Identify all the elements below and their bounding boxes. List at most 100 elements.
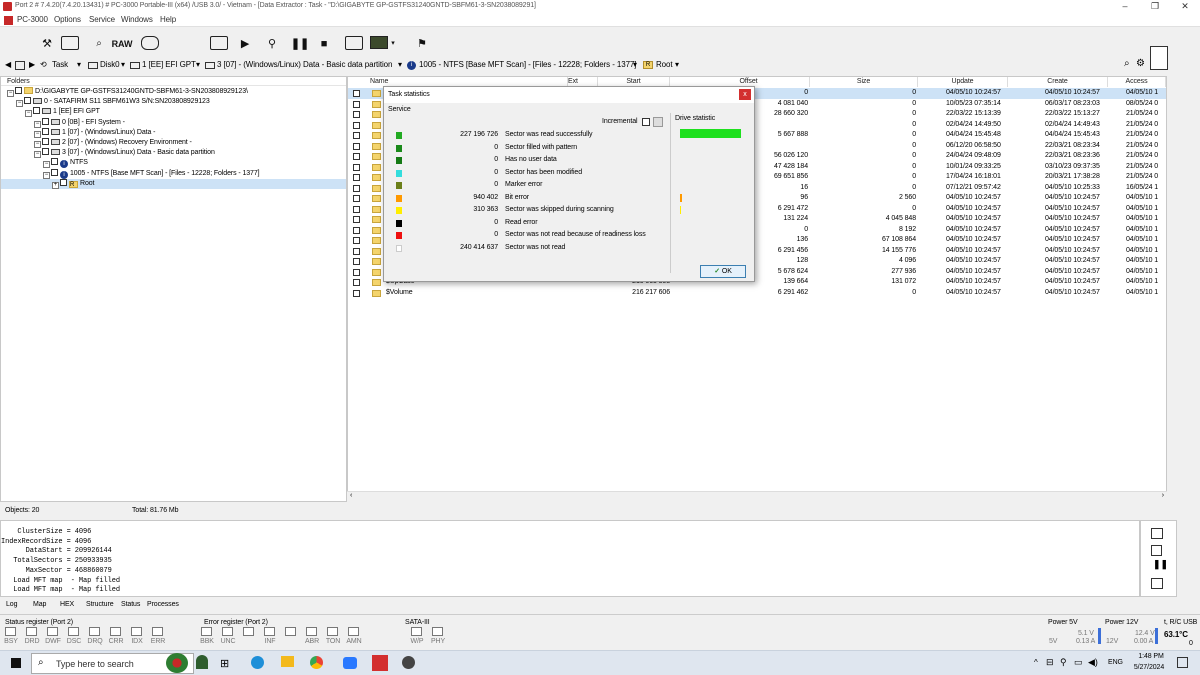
copy-icon[interactable] (345, 36, 363, 50)
file-explorer-icon[interactable] (281, 656, 294, 667)
expand-toggle-icon[interactable]: − (43, 161, 50, 169)
chevron-down-icon[interactable]: ▾ (675, 58, 679, 72)
tab-hex[interactable]: HEX (60, 598, 74, 612)
edge-icon[interactable] (251, 656, 264, 669)
expand-toggle-icon[interactable]: − (7, 90, 14, 97)
chevron-down-icon[interactable]: ▾ (77, 58, 81, 72)
table-row[interactable]: $Volume 216 217 606 6 291 462 0 04/05/10 10:… (348, 288, 1166, 299)
row-checkbox[interactable] (353, 142, 360, 150)
breadcrumb-ntfs[interactable]: 1005 - NTFS [Base MFT Scan] - [Files - 1… (419, 58, 637, 72)
row-checkbox[interactable] (353, 184, 360, 192)
column-header-access[interactable]: Access (1108, 77, 1166, 87)
tree-node[interactable]: − i NTFS (1, 158, 346, 169)
tab-log[interactable]: Log (6, 598, 17, 612)
walker-icon[interactable]: ⚑ (411, 34, 433, 54)
tray-network-icon[interactable]: ⊟ (1046, 657, 1054, 668)
task-view-icon[interactable]: ⊞ (220, 657, 229, 670)
row-checkbox[interactable] (353, 174, 360, 181)
save-icon[interactable] (1151, 545, 1162, 556)
tree-node[interactable]: − i 1005 - NTFS [Base MFT Scan] - [Files -… (1, 168, 346, 179)
row-checkbox[interactable] (353, 195, 360, 202)
play-icon[interactable]: ▶ (234, 34, 256, 54)
forward-icon[interactable]: ▶ (29, 58, 35, 72)
expand-toggle-icon[interactable]: − (34, 141, 41, 148)
tray-usb-icon[interactable]: ⚲ (1060, 657, 1067, 668)
tree-node[interactable]: − 0 [0B] - EFI System - (1, 117, 346, 128)
log-settings-icon[interactable] (1151, 578, 1163, 589)
expand-toggle-icon[interactable]: − (25, 110, 32, 118)
tree-checkbox[interactable] (51, 168, 58, 176)
settings-icon[interactable]: ⚙ (1136, 58, 1145, 69)
pause-icon[interactable]: ❚❚ (289, 34, 311, 54)
row-checkbox[interactable] (353, 205, 360, 213)
row-checkbox[interactable] (353, 132, 360, 139)
incremental-checkbox[interactable] (642, 118, 650, 126)
row-checkbox[interactable] (353, 100, 360, 108)
home-icon[interactable] (15, 61, 25, 70)
zalo-icon[interactable] (343, 657, 357, 669)
row-checkbox[interactable] (353, 216, 360, 223)
clock-date[interactable]: 5/27/2024 (1129, 664, 1169, 671)
flower-icon[interactable] (166, 653, 188, 673)
tree-checkbox[interactable] (60, 178, 67, 186)
tree-checkbox[interactable] (15, 87, 22, 94)
tree-checkbox[interactable] (42, 148, 49, 156)
scroll-left-icon[interactable]: ‹ (350, 492, 352, 499)
tree-node[interactable]: − 2 [07] - (Windows) Recovery Environment… (1, 138, 346, 148)
dialog-service-menu[interactable]: Service (388, 106, 411, 113)
tree-node[interactable]: − 1 [07] - (Windows/Linux) Data - (1, 127, 346, 138)
tab-processes[interactable]: Processes (147, 598, 179, 612)
log-copy-icon[interactable] (1151, 528, 1163, 539)
breadcrumb-partition[interactable]: 3 [07] - (Windows/Linux) Data - Basic da… (217, 58, 392, 72)
tree-checkbox[interactable] (51, 158, 58, 166)
menu-options[interactable]: Options (54, 13, 81, 27)
chevron-down-icon[interactable]: ▾ (398, 58, 402, 72)
raw-button[interactable]: RAW (110, 34, 134, 54)
soldier-icon[interactable] (196, 655, 208, 669)
row-checkbox[interactable] (353, 268, 360, 276)
notification-icon[interactable] (1177, 657, 1188, 668)
close-window-button[interactable]: ✕ (1170, 0, 1200, 13)
tree-checkbox[interactable] (42, 138, 49, 145)
dialog-close-button[interactable]: x (739, 89, 751, 100)
column-header-update[interactable]: Update (918, 77, 1008, 87)
expand-toggle-icon[interactable]: − (34, 120, 41, 128)
tab-structure[interactable]: Structure (86, 598, 114, 612)
volume-icon[interactable]: ◀) (1088, 657, 1098, 668)
tree-node[interactable]: − D:\GIGABYTE GP-GSTFS31240GNTD-SBFM61-3-… (1, 87, 346, 97)
bicycle-icon[interactable]: ⚲ (259, 34, 285, 54)
breadcrumb-root[interactable]: Root (656, 58, 673, 72)
expand-toggle-icon[interactable]: − (34, 151, 41, 159)
tools-icon[interactable]: ⚒ (36, 34, 58, 54)
map-icon[interactable] (370, 36, 388, 49)
chevron-down-icon[interactable]: ▾ (121, 58, 125, 72)
refresh-icon[interactable] (141, 36, 159, 50)
params-icon[interactable] (61, 36, 79, 50)
tab-map[interactable]: Map (33, 598, 46, 612)
expand-toggle-icon[interactable]: − (43, 171, 50, 179)
pc3000-taskbar-icon[interactable] (372, 655, 388, 671)
column-header-size[interactable]: Size (810, 77, 918, 87)
row-checkbox[interactable] (353, 247, 360, 255)
tree-checkbox[interactable] (42, 127, 49, 135)
expand-toggle-icon[interactable]: − (34, 130, 41, 138)
ok-button[interactable]: ✓ OK (700, 265, 746, 278)
tray-monitor-icon[interactable]: ▭ (1074, 657, 1083, 668)
row-checkbox[interactable] (353, 258, 360, 265)
chevron-down-icon[interactable]: ▾ (633, 58, 637, 72)
chevron-down-icon[interactable]: ▾ (388, 34, 398, 54)
stop-icon[interactable]: ■ (313, 34, 335, 54)
row-checkbox[interactable] (353, 226, 360, 234)
row-checkbox[interactable] (353, 279, 360, 286)
back-icon[interactable]: ◀ (5, 58, 11, 72)
tree-node[interactable]: − 0 - SATAFIRM S11 SBFM61W3 S/N:SN2038089… (1, 97, 346, 108)
restore-button[interactable]: ❐ (1140, 0, 1170, 13)
language-indicator[interactable]: ENG (1108, 659, 1123, 666)
scroll-right-icon[interactable]: › (1162, 492, 1164, 499)
menu-windows[interactable]: Windows (121, 13, 153, 27)
tree-checkbox[interactable] (33, 107, 40, 115)
chevron-down-icon[interactable]: ▾ (196, 58, 200, 72)
minimize-button[interactable]: – (1110, 0, 1140, 13)
tree-node[interactable]: + R Root (1, 178, 346, 189)
app-icon[interactable] (402, 656, 415, 669)
